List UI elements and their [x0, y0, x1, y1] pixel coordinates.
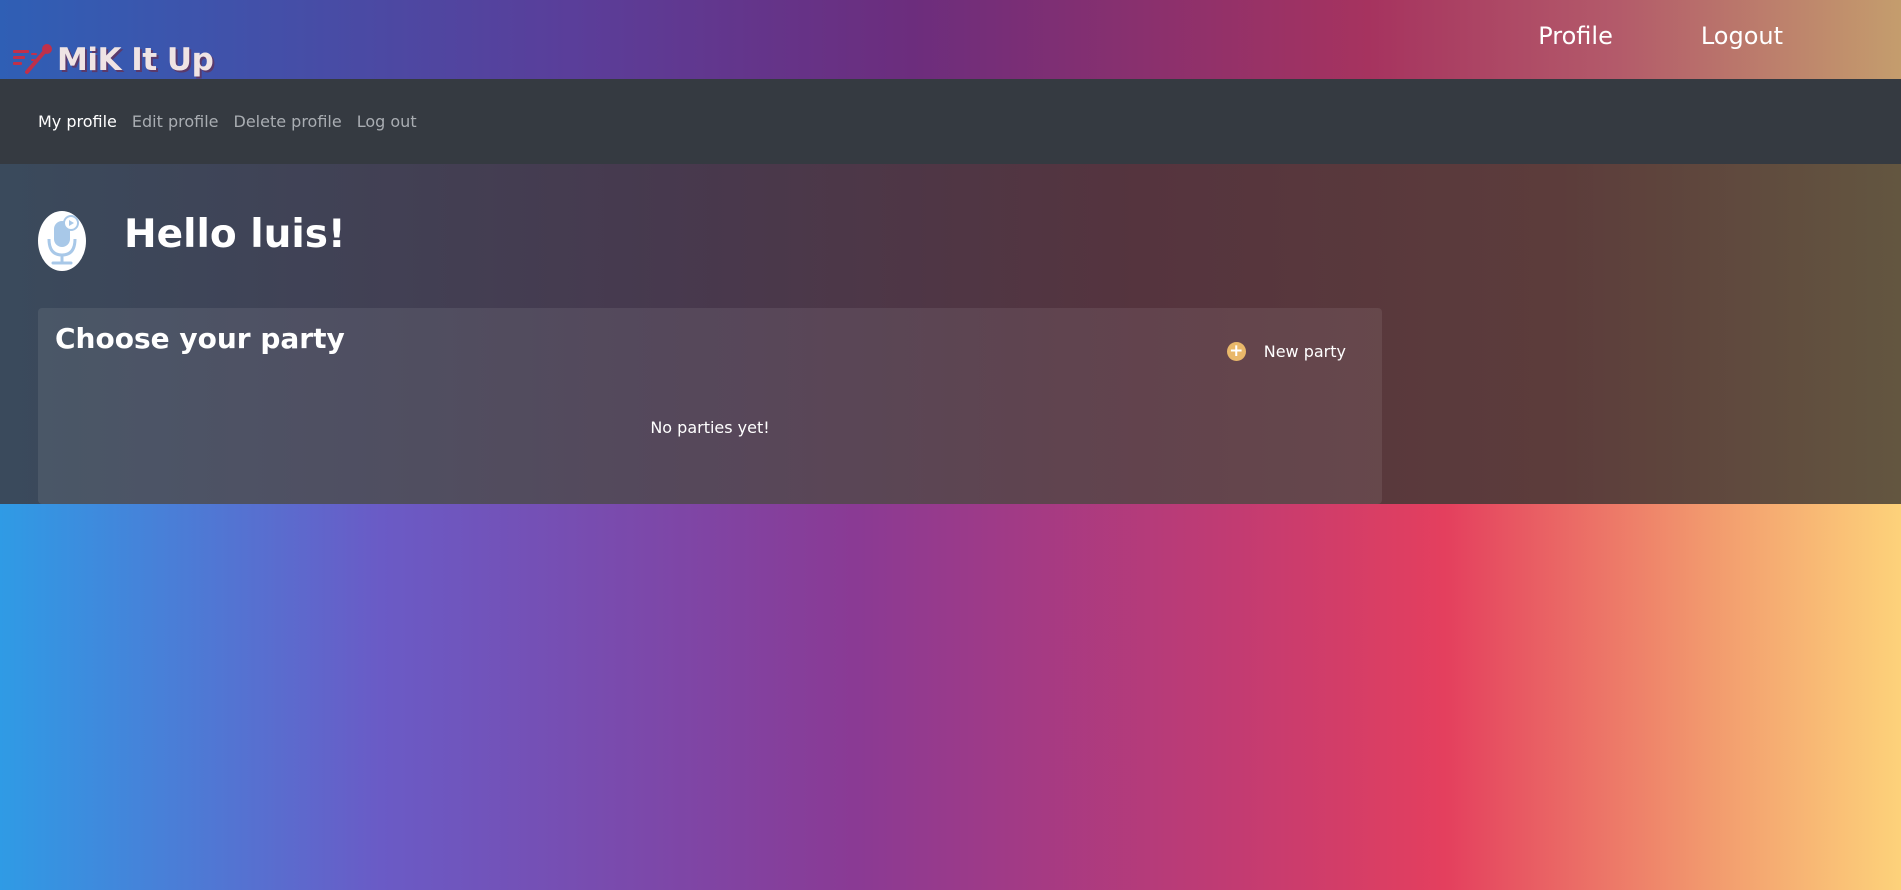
greeting-heading: Hello luis!: [124, 212, 346, 257]
subnav-log-out[interactable]: Log out: [357, 112, 417, 131]
new-party-button[interactable]: + New party: [1226, 342, 1346, 361]
new-party-label: New party: [1263, 342, 1346, 361]
brand-name: MiK It Up: [57, 42, 214, 78]
profile-subnav: My profile Edit profile Delete profile L…: [0, 79, 1901, 164]
profile-link[interactable]: Profile: [1538, 22, 1613, 50]
subnav-my-profile[interactable]: My profile: [38, 112, 117, 131]
subnav-edit-profile[interactable]: Edit profile: [132, 112, 219, 131]
profile-content: Hello luis! Choose your party + New part…: [0, 164, 1901, 504]
card-title: Choose your party: [55, 322, 345, 355]
subnav-delete-profile[interactable]: Delete profile: [234, 112, 342, 131]
top-nav-links: Profile Logout: [1538, 22, 1783, 50]
avatar: [38, 211, 86, 271]
party-card: Choose your party + New party No parties…: [38, 308, 1382, 504]
microphone-logo-icon: [13, 44, 52, 74]
empty-parties-message: No parties yet!: [650, 418, 770, 437]
brand-logo[interactable]: MiK It Up: [13, 42, 214, 78]
top-navbar: MiK It Up Profile Logout: [0, 0, 1901, 79]
plus-circle-icon: +: [1226, 342, 1246, 361]
microphone-avatar-icon: [47, 215, 79, 265]
logout-link[interactable]: Logout: [1701, 22, 1783, 50]
